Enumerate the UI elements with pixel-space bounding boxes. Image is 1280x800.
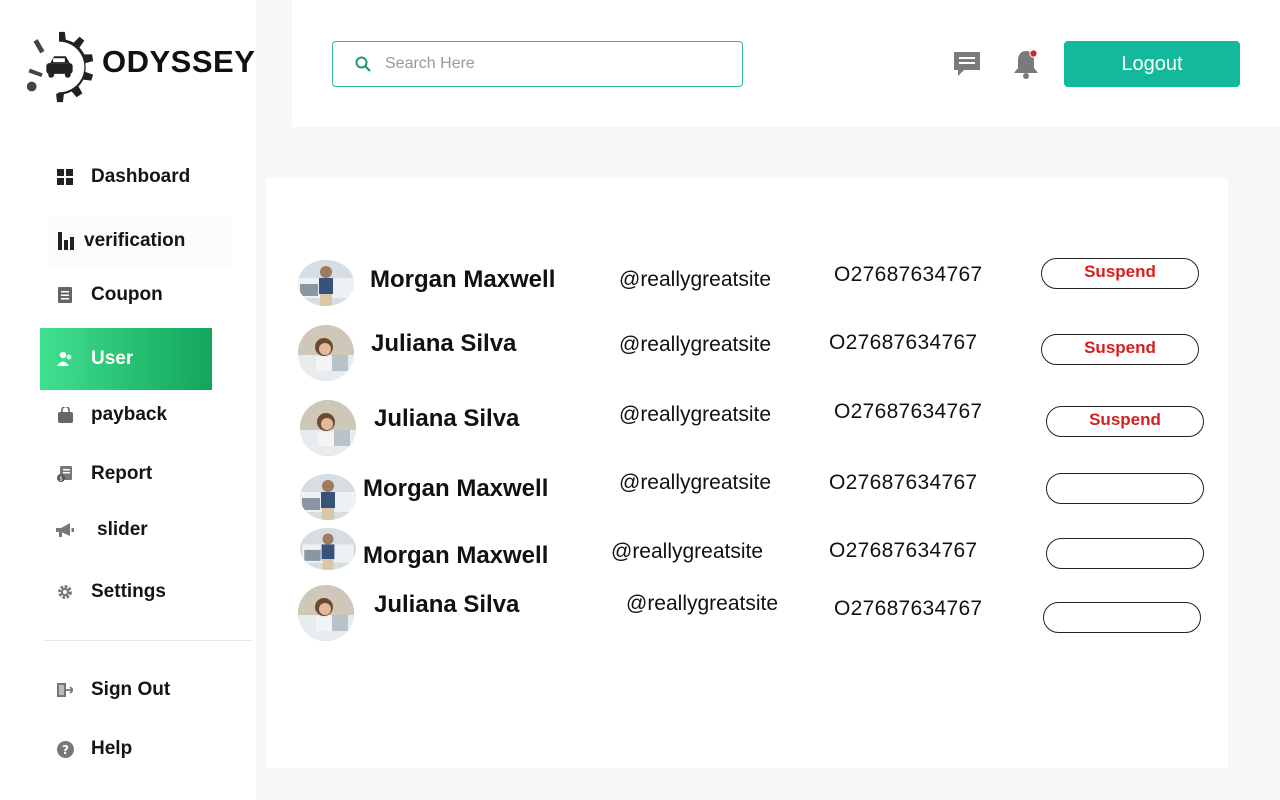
- sidebar-item-label: Coupon: [91, 284, 163, 305]
- woman-avatar: [300, 400, 356, 456]
- search-box[interactable]: [332, 41, 743, 87]
- report-icon: $: [56, 465, 74, 483]
- user-handle: @reallygreatsite: [619, 268, 772, 291]
- user-icon: [56, 350, 74, 368]
- woman-avatar: [298, 585, 354, 641]
- sidebar-divider: [44, 640, 252, 641]
- sidebar-item-label: Settings: [91, 581, 166, 602]
- sidebar-item-report[interactable]: $ Report: [40, 449, 212, 499]
- sidebar-item-sign-out[interactable]: Sign Out: [40, 665, 212, 715]
- user-handle: @reallygreatsite: [619, 471, 772, 494]
- user-phone: O27687634767: [829, 471, 978, 494]
- bar-chart-icon: [58, 232, 76, 250]
- bell-icon: [1014, 49, 1038, 79]
- top-header: Logout: [292, 0, 1280, 127]
- suspend-button[interactable]: Suspend: [1046, 406, 1204, 437]
- sidebar-item-label: Help: [91, 738, 133, 759]
- sidebar-item-label: Sign Out: [91, 679, 171, 700]
- sidebar-item-label: Dashboard: [91, 166, 191, 187]
- user-name: Morgan Maxwell: [363, 475, 549, 502]
- help-icon: ?: [56, 740, 74, 758]
- brand-name: ODYSSEY: [102, 44, 256, 79]
- sidebar-item-label: payback: [91, 404, 168, 425]
- man-avatar: [298, 260, 354, 306]
- table-row: Morgan Maxwell @reallygreatsite O2768763…: [266, 471, 1228, 531]
- suspend-button[interactable]: Suspend: [1041, 334, 1199, 365]
- action-button[interactable]: [1043, 602, 1201, 633]
- user-name: Morgan Maxwell: [370, 266, 556, 293]
- table-row: Morgan Maxwell @reallygreatsite O2768763…: [266, 258, 1228, 318]
- user-phone: O27687634767: [829, 539, 978, 562]
- user-handle: @reallygreatsite: [626, 592, 779, 615]
- action-button[interactable]: [1046, 473, 1204, 504]
- search-icon: [355, 56, 371, 72]
- chat-icon: [954, 52, 980, 76]
- table-row: Juliana Silva @reallygreatsite O27687634…: [266, 583, 1228, 643]
- logo[interactable]: ODYSSEY: [20, 28, 255, 108]
- sidebar-item-label: Report: [91, 463, 153, 484]
- user-handle: @reallygreatsite: [619, 333, 772, 356]
- user-phone: O27687634767: [834, 400, 983, 423]
- action-button[interactable]: [1046, 538, 1204, 569]
- grid-icon: [56, 168, 74, 186]
- sidebar: ODYSSEY Dashboard verification Coupon Us…: [0, 0, 256, 800]
- logout-button[interactable]: Logout: [1064, 41, 1240, 87]
- table-row: Morgan Maxwell @reallygreatsite O2768763…: [266, 526, 1228, 586]
- user-name: Juliana Silva: [371, 330, 517, 357]
- notifications-button[interactable]: [1012, 48, 1040, 80]
- user-name: Morgan Maxwell: [363, 542, 549, 569]
- sidebar-item-label: verification: [84, 230, 186, 251]
- user-handle: @reallygreatsite: [611, 540, 764, 563]
- user-name: Juliana Silva: [374, 405, 520, 432]
- table-row: Juliana Silva @reallygreatsite O27687634…: [266, 398, 1228, 458]
- sidebar-item-verification[interactable]: verification: [48, 216, 232, 266]
- megaphone-icon: [56, 521, 74, 539]
- sidebar-item-help[interactable]: ? Help: [40, 724, 212, 774]
- sidebar-item-coupon[interactable]: Coupon: [40, 270, 212, 320]
- sign-out-icon: [56, 681, 74, 699]
- user-phone: O27687634767: [834, 597, 983, 620]
- table-row: Juliana Silva @reallygreatsite O27687634…: [266, 323, 1228, 383]
- sidebar-item-slider[interactable]: slider: [40, 505, 212, 555]
- woman-avatar: [298, 325, 354, 381]
- suspend-button[interactable]: Suspend: [1041, 258, 1199, 289]
- user-phone: O27687634767: [834, 263, 983, 286]
- users-card: Morgan Maxwell @reallygreatsite O2768763…: [266, 178, 1228, 768]
- svg-text:$: $: [59, 476, 63, 483]
- sidebar-item-label: slider: [97, 519, 148, 540]
- sidebar-item-settings[interactable]: Settings: [40, 567, 212, 617]
- search-input[interactable]: [385, 55, 705, 73]
- document-icon: [56, 286, 74, 304]
- svg-text:?: ?: [62, 743, 69, 757]
- messages-button[interactable]: [952, 50, 982, 78]
- man-avatar: [300, 474, 356, 520]
- bag-icon: [56, 406, 74, 424]
- user-handle: @reallygreatsite: [619, 403, 772, 426]
- sidebar-item-payback[interactable]: payback: [40, 390, 212, 440]
- sidebar-item-user[interactable]: User: [40, 328, 212, 390]
- gear-icon: [56, 583, 74, 601]
- user-name: Juliana Silva: [374, 591, 520, 618]
- man-avatar: [300, 528, 356, 570]
- gear-car-logo-icon: [26, 31, 94, 103]
- user-phone: O27687634767: [829, 331, 978, 354]
- sidebar-item-dashboard[interactable]: Dashboard: [40, 152, 212, 202]
- sidebar-item-label: User: [91, 348, 134, 369]
